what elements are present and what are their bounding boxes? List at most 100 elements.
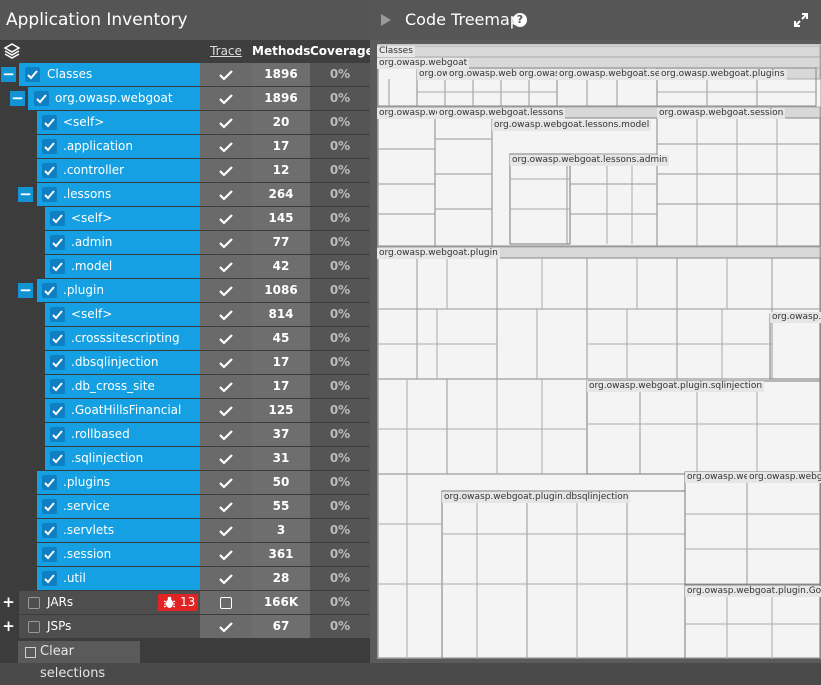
tree-row-goathillsfinancial[interactable]: .GoatHillsFinancial 125 0% [0,399,370,422]
trace-toggle[interactable] [200,375,252,398]
tree-row-service[interactable]: .service 55 0% [0,495,370,518]
tree-row-jars[interactable]: + JARs 13 166K 0% [0,591,370,614]
checkbox-checked-icon[interactable] [50,259,65,274]
coverage-value: 0% [310,519,370,542]
collapse-icon[interactable]: − [18,187,33,202]
trace-toggle[interactable] [200,447,252,470]
checkbox-checked-icon[interactable] [50,451,65,466]
checkbox-checked-icon[interactable] [34,91,49,106]
trace-toggle[interactable] [200,183,252,206]
tree-row-classes[interactable]: − Classes 1896 0% [0,63,370,86]
trace-column-header[interactable]: Trace [200,40,252,63]
trace-toggle[interactable] [200,591,252,614]
checkbox-checked-icon[interactable] [42,571,57,586]
row-label: .sqlinjection [71,451,144,465]
trace-toggle[interactable] [200,351,252,374]
tree-row-sqlinjection[interactable]: .sqlinjection 31 0% [0,447,370,470]
checkbox-checked-icon[interactable] [42,475,57,490]
trace-toggle[interactable] [200,519,252,542]
checkbox-checked-icon[interactable] [50,379,65,394]
inventory-title: Application Inventory [0,0,370,40]
tree-row-db-cross-site[interactable]: .db_cross_site 17 0% [0,375,370,398]
tree-row-lessons-self[interactable]: <self> 145 0% [0,207,370,230]
trace-toggle[interactable] [200,255,252,278]
trace-toggle[interactable] [200,615,252,638]
checkbox-checked-icon[interactable] [50,403,65,418]
tree-row-crosssitescripting[interactable]: .crosssitescripting 45 0% [0,327,370,350]
checkbox-checked-icon[interactable] [42,187,57,202]
trace-toggle[interactable] [200,471,252,494]
trace-toggle[interactable] [200,327,252,350]
checkbox-checked-icon[interactable] [50,211,65,226]
treemap-graphic[interactable] [377,44,821,659]
trace-toggle[interactable] [200,399,252,422]
coverage-value: 0% [310,447,370,470]
tree-row-plugins[interactable]: .plugins 50 0% [0,471,370,494]
tree-row-rollbased[interactable]: .rollbased 37 0% [0,423,370,446]
tree-row-util[interactable]: .util 28 0% [0,567,370,590]
expand-icon[interactable]: + [1,619,16,634]
clear-selections-button[interactable]: Clear selections [18,641,140,681]
checkbox-checked-icon[interactable] [50,355,65,370]
tree-row-webgoat[interactable]: − org.owasp.webgoat 1896 0% [0,87,370,110]
collapse-icon[interactable]: − [1,67,16,82]
coverage-value: 0% [310,375,370,398]
checkbox-checked-icon[interactable] [50,427,65,442]
trace-toggle[interactable] [200,279,252,302]
tree-row-servlets[interactable]: .servlets 3 0% [0,519,370,542]
checkbox-checked-icon[interactable] [42,163,57,178]
checkbox-unchecked-icon[interactable] [28,621,40,633]
checkbox-checked-icon[interactable] [50,307,65,322]
methods-count: 20 [252,111,310,134]
trace-toggle[interactable] [200,495,252,518]
trace-toggle[interactable] [200,567,252,590]
tree-row-admin[interactable]: .admin 77 0% [0,231,370,254]
checkbox-checked-icon[interactable] [50,331,65,346]
layers-icon[interactable] [3,42,21,60]
tree-row-plugin[interactable]: − .plugin 1086 0% [0,279,370,302]
vulnerability-badge[interactable]: 13 [158,594,198,611]
checkbox-unchecked-icon[interactable] [28,597,40,609]
trace-toggle[interactable] [200,423,252,446]
checkbox-checked-icon[interactable] [25,67,40,82]
coverage-column-header[interactable]: Coverage [310,40,374,63]
trace-toggle[interactable] [200,87,252,110]
coverage-value: 0% [310,567,370,590]
trace-toggle[interactable] [200,135,252,158]
trace-toggle[interactable] [200,207,252,230]
expand-icon[interactable]: + [1,595,16,610]
trace-toggle[interactable] [200,111,252,134]
checkbox-checked-icon[interactable] [42,547,57,562]
checkbox-checked-icon[interactable] [42,139,57,154]
trace-toggle[interactable] [200,543,252,566]
treemap-label-classes: Classes [377,46,415,57]
treemap-label-plugin: org.owasp.webgoat.plugin [377,248,500,259]
tree-row-jsps[interactable]: + JSPs 67 0% [0,615,370,638]
trace-toggle[interactable] [200,159,252,182]
collapse-icon[interactable]: − [10,91,25,106]
tree-row-lessons[interactable]: − .lessons 264 0% [0,183,370,206]
tree-row-plugin-self[interactable]: <self> 814 0% [0,303,370,326]
expand-icon[interactable] [793,12,809,28]
methods-column-header[interactable]: Methods [252,40,310,63]
checkbox-checked-icon[interactable] [50,235,65,250]
trace-toggle[interactable] [200,63,252,86]
collapse-icon[interactable]: − [18,283,33,298]
trace-toggle[interactable] [200,231,252,254]
row-label: .rollbased [71,427,130,441]
tree-row-dbsqlinjection[interactable]: .dbsqlinjection 17 0% [0,351,370,374]
checkbox-checked-icon[interactable] [42,115,57,130]
help-icon[interactable]: ? [513,13,527,27]
play-icon[interactable] [380,13,392,27]
trace-toggle[interactable] [200,303,252,326]
tree-row-session[interactable]: .session 361 0% [0,543,370,566]
treemap-canvas[interactable]: Classes org.owasp.webgoat org.owasp.webg… [377,44,821,659]
tree-row-self[interactable]: <self> 20 0% [0,111,370,134]
tree-row-controller[interactable]: .controller 12 0% [0,159,370,182]
checkbox-checked-icon[interactable] [42,523,57,538]
checkbox-unchecked-icon[interactable] [220,597,232,609]
tree-row-model[interactable]: .model 42 0% [0,255,370,278]
checkbox-checked-icon[interactable] [42,283,57,298]
tree-row-application[interactable]: .application 17 0% [0,135,370,158]
checkbox-checked-icon[interactable] [42,499,57,514]
